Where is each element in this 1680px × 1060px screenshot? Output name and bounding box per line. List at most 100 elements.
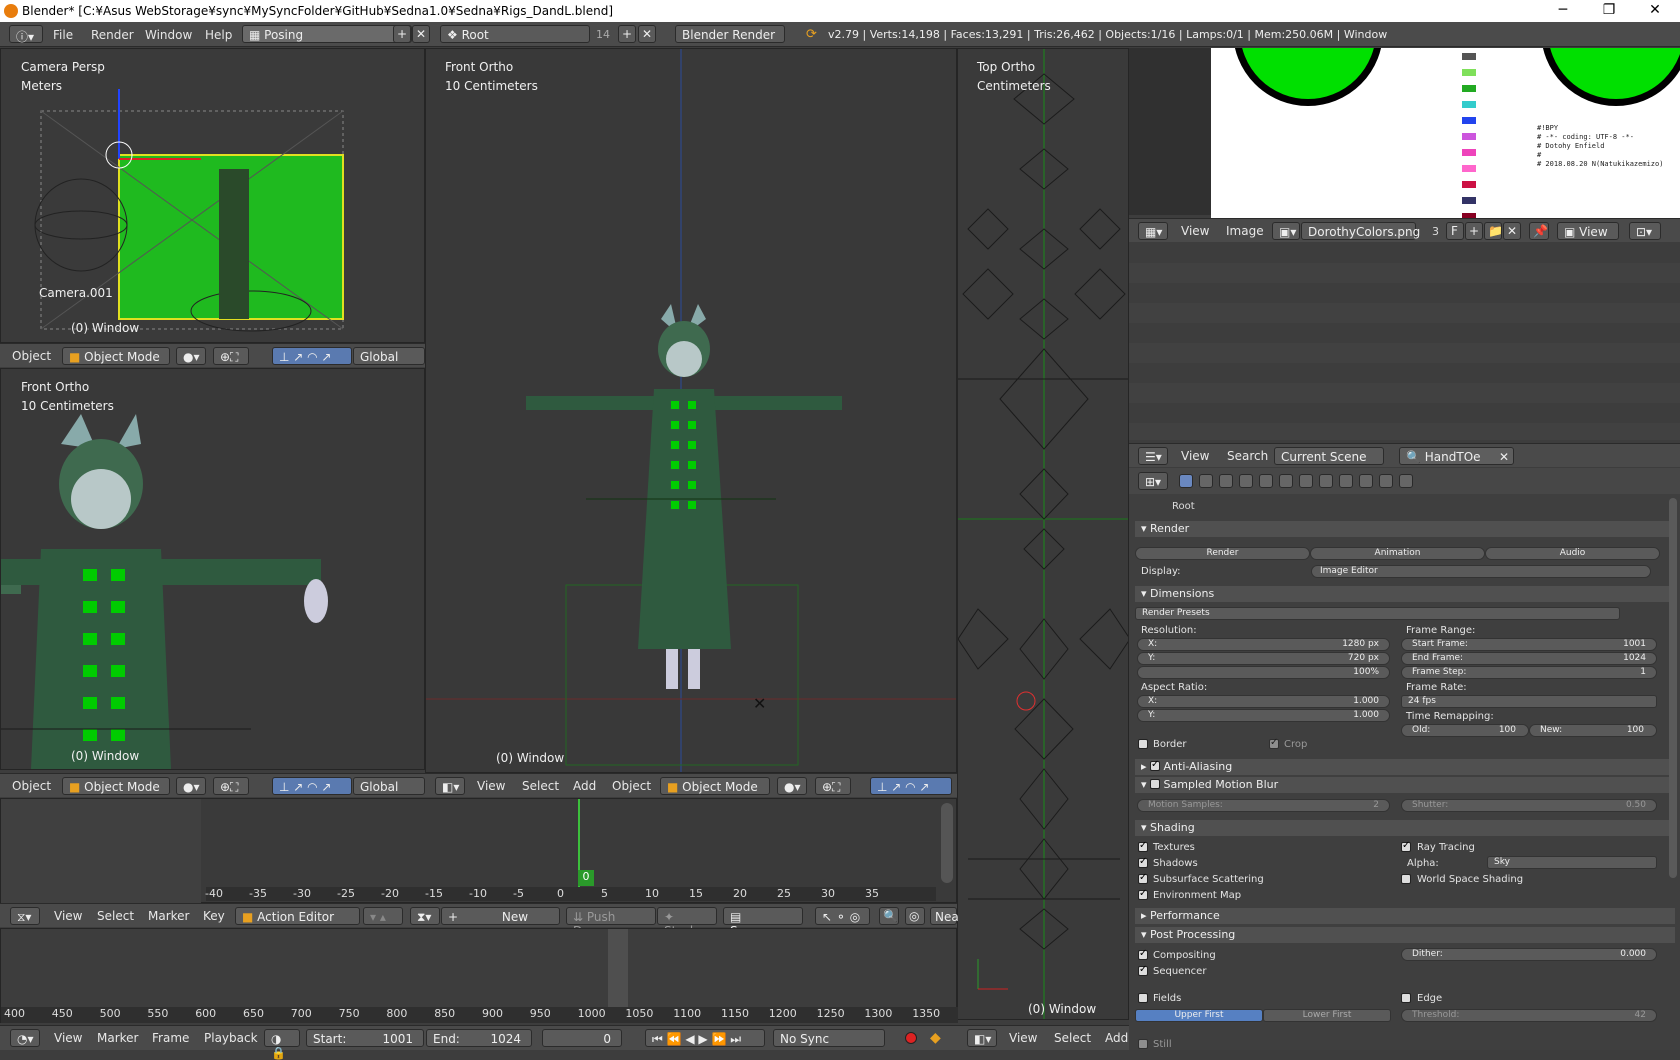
new-action-button[interactable]: + New xyxy=(441,907,560,925)
menu-window[interactable]: Window xyxy=(145,28,192,42)
threshold-field[interactable]: Threshold: 42 xyxy=(1401,1009,1657,1022)
editor-type-info-button[interactable]: ⓘ▾ xyxy=(9,25,43,44)
menu-file[interactable]: File xyxy=(53,28,73,42)
remap-old-field[interactable]: Old: 100 xyxy=(1401,724,1529,737)
compositing-checkbox[interactable] xyxy=(1138,948,1148,960)
panel-anti-aliasing[interactable]: ▸ Anti-Aliasing xyxy=(1135,759,1675,775)
scene-selector[interactable]: ❖ Root xyxy=(440,25,590,43)
key-menu[interactable]: Key xyxy=(203,909,225,923)
clear-search-icon[interactable]: ✕ xyxy=(1499,450,1509,464)
image-browse-button[interactable]: ▣▾ xyxy=(1272,222,1300,240)
animation-button[interactable]: Animation xyxy=(1310,547,1485,560)
search-input[interactable]: 🔍 HandTOe ✕ xyxy=(1399,447,1514,465)
upper-first-button[interactable]: Upper First xyxy=(1135,1009,1263,1022)
select-menu[interactable]: Select xyxy=(1054,1031,1091,1045)
crop-checkbox[interactable] xyxy=(1269,737,1279,749)
playback-menu[interactable]: Playback xyxy=(204,1031,258,1045)
physics-tab-icon[interactable] xyxy=(1399,474,1413,488)
layout-add-button[interactable]: + xyxy=(393,25,411,43)
shadows-checkbox[interactable] xyxy=(1138,856,1148,868)
end-frame-field[interactable]: End: 1024 xyxy=(426,1029,532,1047)
render-layers-tab-icon[interactable] xyxy=(1199,474,1213,488)
menu-help[interactable]: Help xyxy=(205,28,232,42)
record-button[interactable] xyxy=(905,1032,917,1044)
open-image-button[interactable]: 📁 xyxy=(1484,222,1503,240)
modifiers-tab-icon[interactable] xyxy=(1299,474,1313,488)
particles-tab-icon[interactable] xyxy=(1379,474,1393,488)
aspect-x-field[interactable]: X: 1.000 xyxy=(1137,695,1390,708)
start-frame-field[interactable]: Start: 1001 xyxy=(306,1029,424,1047)
pin-icon[interactable]: 📌 xyxy=(1529,222,1549,240)
resolution-y-field[interactable]: Y: 720 px xyxy=(1137,652,1390,665)
manipulator-buttons[interactable]: ⊥ ↗ ◠ ↗ xyxy=(870,777,952,795)
mode-select[interactable]: ■ Object Mode xyxy=(660,777,770,795)
image-menu[interactable]: Image xyxy=(1226,224,1264,238)
action-browse[interactable]: ⧗▾ xyxy=(410,907,440,925)
scene-remove-button[interactable]: ✕ xyxy=(638,25,656,43)
motion-samples-field[interactable]: Motion Samples: 2 xyxy=(1137,799,1390,812)
ghost-toggle[interactable]: ◎ xyxy=(905,907,925,925)
maximize-button[interactable]: ❐ xyxy=(1586,2,1632,18)
panel-render[interactable]: ▾ Render xyxy=(1135,521,1675,537)
display-mode-select[interactable]: Current Scene xyxy=(1274,447,1384,465)
minimize-button[interactable]: ─ xyxy=(1540,2,1586,18)
object-menu[interactable]: Object xyxy=(12,349,51,363)
render-button[interactable]: Render xyxy=(1135,547,1310,560)
layout-remove-button[interactable]: ✕ xyxy=(412,25,430,43)
view-menu[interactable]: View xyxy=(477,779,505,793)
zoom-icon[interactable]: 🔍 xyxy=(879,907,899,925)
panel-performance[interactable]: ▸ Performance xyxy=(1135,908,1675,924)
render-presets-select[interactable]: Render Presets xyxy=(1135,607,1620,620)
world-tab-icon[interactable] xyxy=(1239,474,1253,488)
layout-selector[interactable]: ▦ Posing xyxy=(242,25,412,43)
object-menu[interactable]: Object xyxy=(612,779,651,793)
view-menu[interactable]: View xyxy=(54,909,82,923)
frame-rate-select[interactable]: 24 fps xyxy=(1401,695,1657,708)
pivot-select[interactable]: ⊕⛶ xyxy=(815,777,851,795)
keying-icon[interactable]: ◆ xyxy=(930,1030,941,1046)
display-channels-select[interactable]: ⊡▾ xyxy=(1629,222,1661,240)
render-engine-select[interactable]: Blender Render xyxy=(675,25,785,43)
select-menu[interactable]: Select xyxy=(97,909,134,923)
select-menu[interactable]: Select xyxy=(522,779,559,793)
frame-step-field[interactable]: Frame Step: 1 xyxy=(1401,666,1657,679)
filter-buttons[interactable]: ↖ ⚬ ◎ xyxy=(815,907,870,925)
image-editor[interactable]: #!BPY # -*- coding: UTF-8 -*- # Dotohy Enf… xyxy=(1129,48,1680,218)
nearest-select[interactable]: Nea xyxy=(930,907,959,925)
search-menu[interactable]: Search xyxy=(1227,449,1268,463)
constraints-tab-icon[interactable] xyxy=(1279,474,1293,488)
add-menu[interactable]: Add xyxy=(1105,1031,1128,1045)
border-checkbox[interactable] xyxy=(1138,739,1148,749)
view-menu[interactable]: View xyxy=(1009,1031,1037,1045)
viewport-front-main[interactable]: ✕ Front Ortho 10 Centimeters (0) Window xyxy=(425,48,957,773)
playback-controls[interactable]: ⏮ ⏪ ◀ ▶ ⏩ ⏭ xyxy=(645,1029,765,1047)
sss-checkbox[interactable] xyxy=(1138,872,1148,884)
remap-new-field[interactable]: New: 100 xyxy=(1529,724,1657,737)
alpha-select[interactable]: Sky xyxy=(1487,856,1657,869)
outliner-list[interactable] xyxy=(1129,243,1680,440)
viewport-front-small[interactable]: Front Ortho 10 Centimeters (0) Window xyxy=(0,368,425,770)
editor-type-button[interactable]: ▦▾ xyxy=(1138,222,1168,240)
data-tab-icon[interactable] xyxy=(1319,474,1333,488)
display-select[interactable]: Image Editor xyxy=(1311,565,1651,578)
aspect-y-field[interactable]: Y: 1.000 xyxy=(1137,709,1390,722)
world-space-shading-checkbox[interactable] xyxy=(1401,874,1411,884)
lower-first-button[interactable]: Lower First xyxy=(1263,1009,1391,1022)
viewport-top[interactable]: Top Ortho Centimeters (0) Window xyxy=(957,48,1129,1020)
panel-post-processing[interactable]: ▾ Post Processing xyxy=(1135,927,1675,943)
properties-editor[interactable]: ⊞▾ Root ▾ Render Render Animation Audio … xyxy=(1129,468,1680,1050)
shading-select[interactable]: ●▾ xyxy=(777,777,807,795)
motion-blur-checkbox[interactable] xyxy=(1150,779,1161,789)
sequencer-checkbox[interactable] xyxy=(1138,964,1148,976)
stash-button[interactable]: ✦ Stash xyxy=(657,907,717,938)
editor-type-button[interactable]: ◧▾ xyxy=(435,777,465,795)
view-menu[interactable]: View xyxy=(54,1031,82,1045)
manipulator-buttons[interactable]: ⊥ ↗ ◠ ↗ xyxy=(272,347,352,365)
marker-menu[interactable]: Marker xyxy=(97,1031,138,1045)
menu-render[interactable]: Render xyxy=(91,28,134,42)
panel-dimensions[interactable]: ▾ Dimensions xyxy=(1135,586,1675,602)
preview-range-button[interactable]: ◑🔒 xyxy=(264,1029,300,1060)
marker-menu[interactable]: Marker xyxy=(148,909,189,923)
scene-tab-icon[interactable] xyxy=(1219,474,1233,488)
unlink-image-button[interactable]: ✕ xyxy=(1503,222,1521,240)
